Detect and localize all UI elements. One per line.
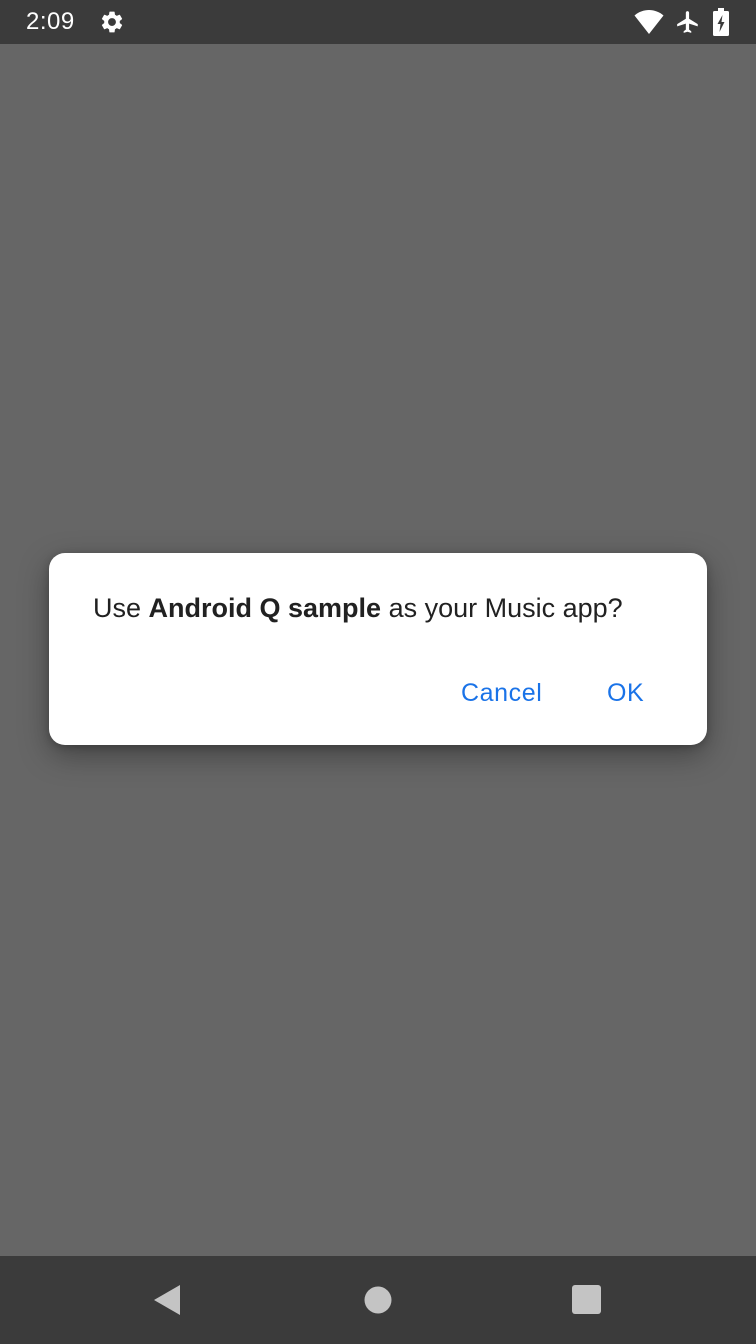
cancel-button[interactable]: Cancel bbox=[461, 673, 542, 713]
airplane-icon bbox=[677, 11, 698, 33]
status-bar: 2:09 bbox=[0, 0, 756, 44]
app-name: Android Q sample bbox=[148, 593, 382, 623]
message-prefix: Use bbox=[93, 593, 149, 623]
battery-charging-icon bbox=[713, 8, 729, 36]
recents-icon[interactable] bbox=[572, 1285, 601, 1314]
default-app-dialog: Use Android Q sample as your Music app? … bbox=[49, 553, 707, 745]
message-suffix: as your Music app? bbox=[381, 593, 623, 623]
navigation-bar bbox=[0, 1256, 756, 1344]
home-icon[interactable] bbox=[364, 1286, 392, 1314]
dialog-message: Use Android Q sample as your Music app? bbox=[93, 590, 623, 626]
screen: 2:09 Use Android Q sample as your Music … bbox=[0, 0, 756, 1344]
back-icon[interactable] bbox=[152, 1284, 182, 1316]
ok-button[interactable]: OK bbox=[607, 673, 644, 713]
gear-icon bbox=[101, 11, 123, 33]
wifi-icon bbox=[634, 10, 664, 34]
status-time: 2:09 bbox=[26, 8, 75, 35]
